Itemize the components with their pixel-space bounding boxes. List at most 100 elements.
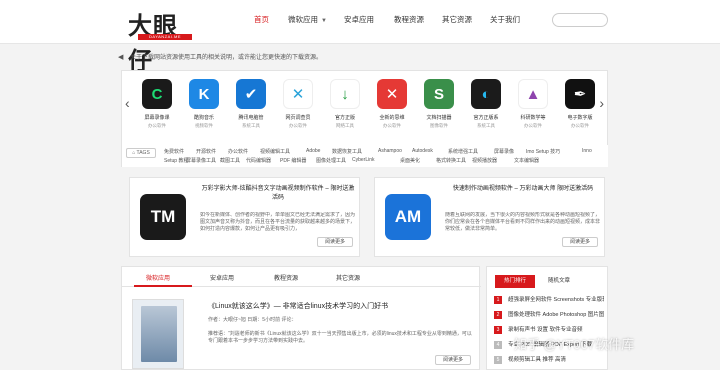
tag-link[interactable]: 图像处理工具 (316, 157, 346, 164)
tag-link[interactable]: 文本编辑器 (514, 157, 539, 164)
rank-number: 2 (494, 311, 502, 319)
read-more-button[interactable]: 阅读更多 (317, 237, 353, 247)
tag-link[interactable]: Adobe (306, 148, 320, 154)
app-item[interactable]: ✕ 网页调查员办公软件 (275, 79, 321, 129)
app-name: 全新的思维 (379, 115, 405, 121)
app-item[interactable]: ✔ 腾讯电脑管 系统工具 (228, 79, 274, 129)
tab-random-articles[interactable]: 随机文章 (539, 275, 579, 288)
featured-card[interactable]: AM 快速制作动画视频软件 – 万彩动画大师 限时送激活码 随着互联网的发展，当… (374, 177, 605, 257)
nav-item-windows-apps[interactable]: 微软应用 ▼ (288, 14, 327, 25)
nav-item-tutorials[interactable]: 教程资源 (394, 14, 424, 25)
tab-other-resources[interactable]: 其它资源 (336, 273, 360, 282)
tag-link[interactable]: Imo Setup 技巧 (526, 148, 560, 155)
tab-windows-apps[interactable]: 微软应用 (146, 273, 170, 282)
ranking-panel: 热门排行 随机文章 1 超强录屏全网软件 Screenshots 专业版软件 2 图像… (486, 266, 608, 370)
nav-item-home[interactable]: 首页 (254, 14, 269, 25)
ranking-item[interactable]: 1 超强录屏全网软件 Screenshots 专业版软件 (494, 295, 604, 305)
tag-link[interactable]: 桌面美化 (400, 157, 420, 164)
app-item[interactable]: S 文档扫描器 图像软件 (416, 79, 462, 129)
tags-label: ⌂ TAGS (126, 148, 156, 158)
rank-number: 1 (494, 296, 502, 304)
app-name: 科研数学等 (520, 115, 546, 121)
tag-link[interactable]: Inno (582, 148, 592, 154)
ranking-item[interactable]: 2 图像处理软件 Adobe Photoshop 图片图像 (494, 310, 604, 320)
tag-link[interactable]: 免费软件 (164, 148, 184, 155)
app-item[interactable]: C 屏幕录像课办公软件 (134, 79, 180, 129)
app-icon: ▲ (518, 79, 548, 109)
tag-link[interactable]: CyberLink (352, 157, 375, 163)
speaker-icon: ◀ (118, 54, 124, 61)
rank-title: 视频剪辑工具 推荐 高清 (508, 357, 567, 363)
nav-item-about[interactable]: 关于我们 (490, 14, 520, 25)
tag-link[interactable]: 屏幕录像工具 (186, 157, 216, 164)
book-cover-image (141, 306, 177, 362)
app-icon: ✕ (283, 79, 313, 109)
tag-link[interactable]: 视频编辑工具 (260, 148, 290, 155)
app-name: 网页调查员 (285, 115, 311, 121)
app-name: 腾讯电脑管 (238, 115, 264, 121)
app-item[interactable]: ✕ 全新的思维 办公软件 (369, 79, 415, 129)
app-category: 系统工具 (477, 123, 495, 128)
tag-link[interactable]: Ashampoo (378, 148, 402, 154)
app-category: 图像软件 (430, 123, 448, 128)
site-logo[interactable]: 大眼仔 DAYANZAI.ME (128, 6, 198, 75)
tag-link[interactable]: 截图工具 (220, 157, 240, 164)
tag-link[interactable]: 代码编辑器 (246, 157, 271, 164)
notice-text[interactable]: 关于下载网站资源使用工具的相关说明，或许能让您更快速的下载资源。 (130, 55, 322, 61)
app-name: 屏幕录像课 (144, 115, 170, 121)
app-item[interactable]: ◐ 官方正版系 系统工具 (463, 79, 509, 129)
app-item[interactable]: ✒ 电子数字版 办公软件 (557, 79, 603, 129)
nav-item-android-apps[interactable]: 安卓应用 (344, 14, 374, 25)
tag-link[interactable]: 视频播放器 (472, 157, 497, 164)
site-header: 大眼仔 DAYANZAI.ME 首页 微软应用 ▼ 安卓应用 教程资源 其它资源 … (0, 0, 720, 75)
app-icon: TM (140, 194, 186, 240)
tab-hot-ranking[interactable]: 热门排行 (495, 275, 535, 288)
app-item[interactable]: ↓ 官方正版 网络工具 (322, 79, 368, 129)
article-title[interactable]: 《Linux就该这么学》— 非常适合linux技术学习的入门好书 (208, 301, 388, 311)
search-input[interactable] (552, 13, 608, 27)
tag-link[interactable]: 办公软件 (228, 148, 248, 155)
article-thumbnail[interactable] (132, 299, 184, 369)
tab-android-apps[interactable]: 安卓应用 (210, 273, 234, 282)
read-more-button[interactable]: 阅读更多 (435, 355, 471, 365)
app-name: 官方正版 (334, 115, 355, 121)
app-item[interactable]: ▲ 科研数学等 办公软件 (510, 79, 556, 129)
app-item[interactable]: K 酷狗音乐 视频软件 (181, 79, 227, 129)
rank-number: 3 (494, 326, 502, 334)
tag-link[interactable]: 数据恢复工具 (332, 148, 362, 155)
app-icon: S (424, 79, 454, 109)
chevron-down-icon: ▼ (321, 18, 327, 24)
app-category: 系统工具 (242, 123, 260, 128)
read-more-button[interactable]: 阅读更多 (562, 237, 598, 247)
app-icon: C (142, 79, 172, 109)
app-category: 办公软件 (289, 123, 307, 128)
ranking-item[interactable]: 5 视频剪辑工具 推荐 高清 (494, 355, 604, 365)
rank-number: 5 (494, 356, 502, 364)
article-meta: 作者：大眼仔~旭 日期：5小时前 评论： (208, 317, 297, 323)
rank-title: 超强录屏全网软件 Screenshots 专业版软件 (508, 297, 604, 303)
article-excerpt: 推荐语：“刘遄老师的新书《Linux就该这么学》双十一当天预售出版上市，必须的l… (208, 331, 472, 344)
app-icon: ↓ (330, 79, 360, 109)
active-tab-indicator (134, 285, 192, 287)
featured-card[interactable]: TM 万彩字影大师-炫酷抖音文字动画视频制作软件 – 限时送激活码 如今在新媒体… (129, 177, 360, 257)
tag-link[interactable]: Setup 教程 (164, 157, 188, 164)
tag-link[interactable]: 格式转换工具 (436, 157, 466, 164)
feature-title[interactable]: 万彩字影大师-炫酷抖音文字动画视频制作软件 – 限时送激活码 (200, 185, 356, 203)
app-icon: K (189, 79, 219, 109)
rank-number: 4 (494, 341, 502, 349)
nav-item-other-resources[interactable]: 其它资源 (442, 14, 472, 25)
rank-title: 图像处理软件 Adobe Photoshop 图片图像 (508, 312, 604, 318)
tag-link[interactable]: 开源软件 (196, 148, 216, 155)
tab-tutorials[interactable]: 教程资源 (274, 273, 298, 282)
tag-link[interactable]: 屏幕录像 (494, 148, 514, 155)
logo-subtitle: DAYANZAI.ME (138, 34, 192, 40)
tag-link[interactable]: 系统增强工具 (448, 148, 478, 155)
tag-link[interactable]: PDF 编辑器 (280, 157, 306, 164)
feature-title[interactable]: 快速制作动画视频软件 – 万彩动画大师 限时送激活码 (445, 185, 601, 194)
feature-description: 如今在新媒体、创作者的视野中，单单图文已经无法满足需求了，因为图文加声音又称为抖… (200, 212, 356, 232)
app-category: 办公软件 (148, 123, 166, 128)
carousel-prev-button[interactable]: ‹ (125, 95, 130, 111)
tags-row: ⌂ TAGS 免费软件 开源软件 办公软件 视频编辑工具 Adobe 数据恢复工具 Asha… (122, 145, 608, 167)
tag-link[interactable]: Autodesk (412, 148, 433, 154)
app-name: 电子数字版 (567, 115, 593, 121)
